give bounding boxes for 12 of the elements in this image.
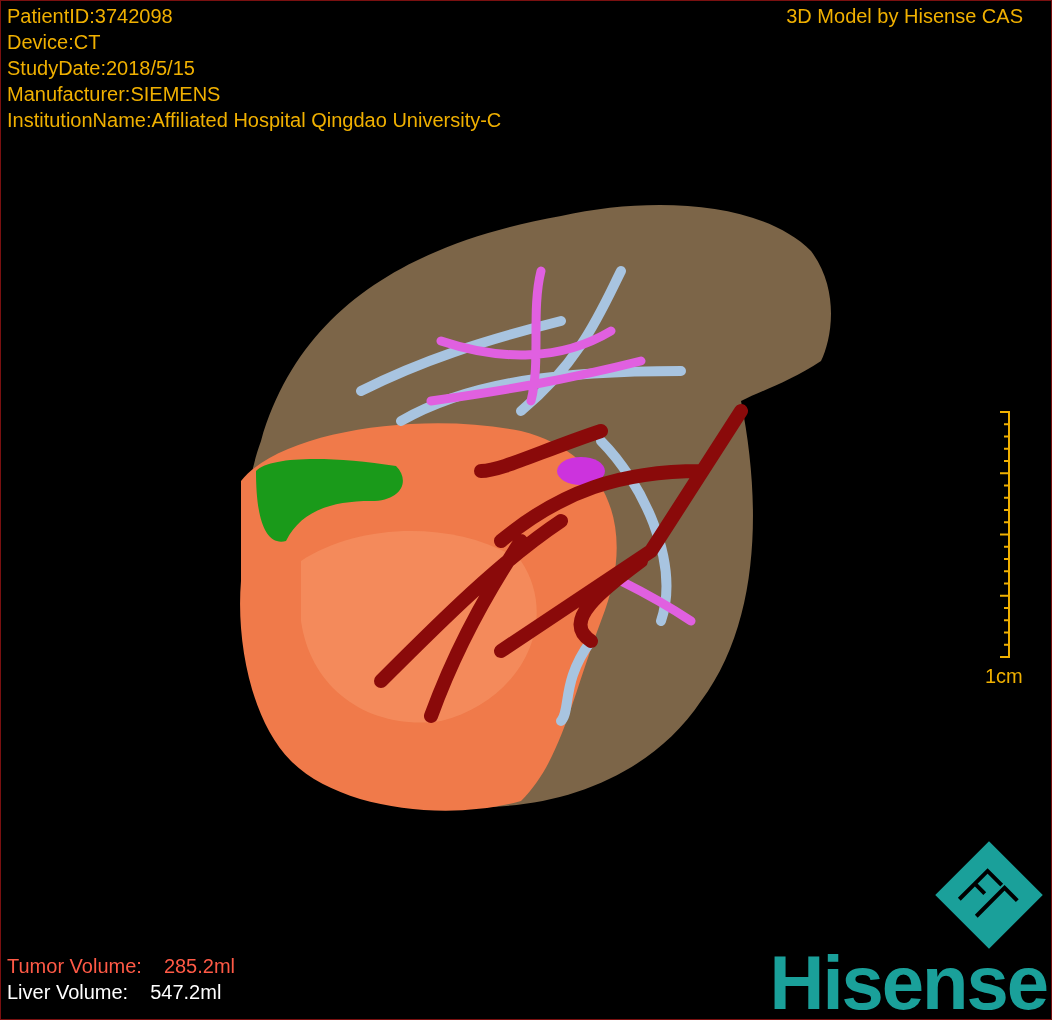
info-text: Manufacturer:SIEMENS xyxy=(7,82,222,107)
scale-label: 1cm xyxy=(985,664,1023,689)
volume-label: Tumor Volume: xyxy=(7,954,142,979)
model-title: 3D Model by Hisense CAS xyxy=(786,4,1023,29)
brand-text: Hisense xyxy=(769,943,1047,1019)
info-text: StudyDate:2018/5/15 xyxy=(7,56,196,81)
info-text: Device:CT xyxy=(7,30,102,55)
volume-value: 547.2ml xyxy=(150,980,222,1005)
info-text: PatientID:3742098 xyxy=(7,4,174,29)
info-text: InstitutionName:Affiliated Hospital Qingdao University-C xyxy=(7,108,502,133)
volume-value: 285.2ml xyxy=(163,954,236,979)
volume-label: Liver Volume: xyxy=(7,980,129,1005)
